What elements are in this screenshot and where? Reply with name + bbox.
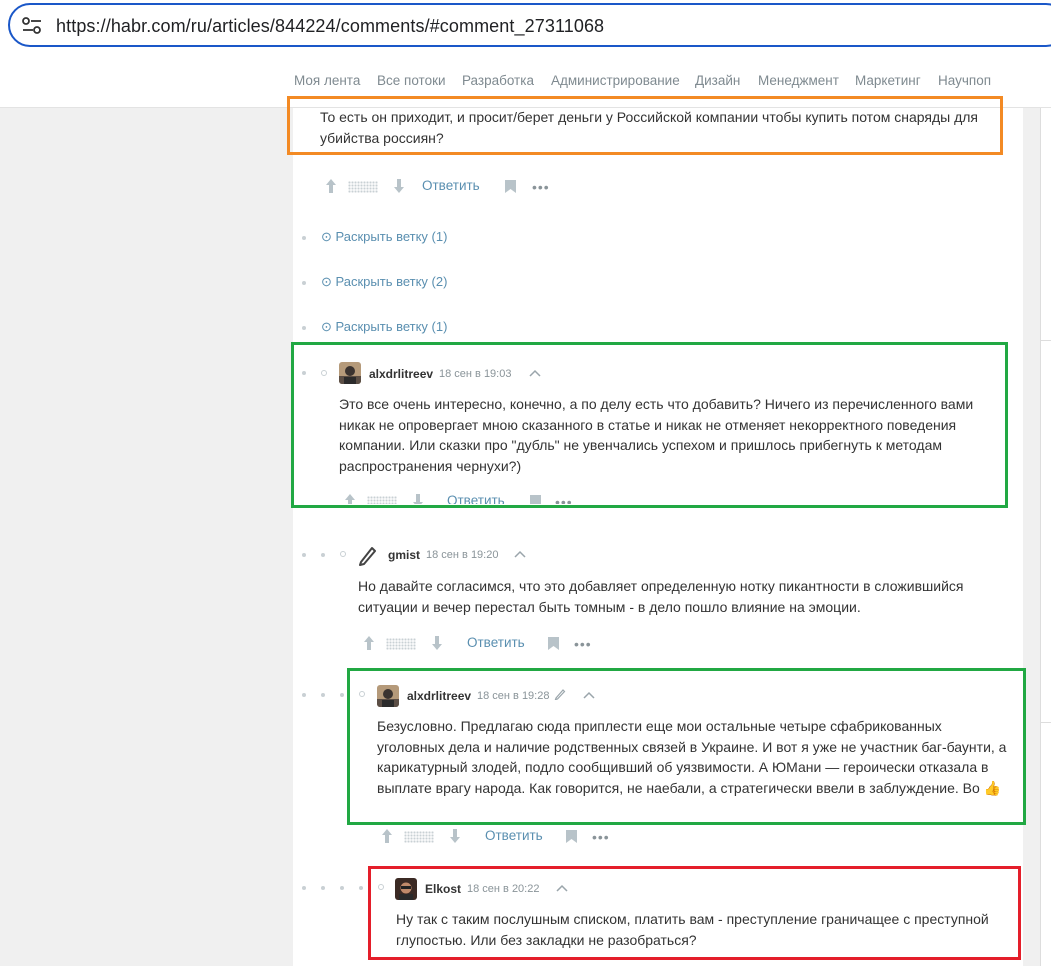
highlight-box-green (291, 342, 1008, 508)
thread-dot (340, 886, 344, 890)
bookmark-icon[interactable] (565, 829, 578, 844)
thread-dot (359, 886, 363, 890)
nav-item-marketing[interactable]: Маркетинг (855, 73, 921, 88)
thread-ring (340, 551, 346, 557)
nav-item-administration[interactable]: Администрирование (551, 73, 680, 88)
comment-actions: Ответить ••• (324, 177, 564, 197)
bookmark-icon[interactable] (547, 636, 560, 651)
reply-button[interactable]: Ответить (485, 828, 543, 843)
more-icon[interactable]: ••• (574, 636, 592, 652)
site-settings-icon[interactable] (22, 17, 42, 35)
highlight-box-orange (287, 96, 1003, 155)
vote-up-icon[interactable] (324, 177, 338, 195)
comment-line: ситуации и вечер перестал быть томным - … (358, 598, 861, 615)
vote-up-icon[interactable] (380, 827, 394, 845)
comment-author[interactable]: gmist (388, 548, 420, 562)
thread-dot (302, 553, 306, 557)
thread-dot (302, 236, 306, 240)
thread-dot (302, 281, 306, 285)
highlight-box-green (347, 668, 1026, 825)
expand-thread-link[interactable]: ⊙ Раскрыть ветку (1) (321, 229, 447, 245)
more-icon[interactable]: ••• (532, 179, 550, 195)
reply-button[interactable]: Ответить (422, 178, 480, 193)
nav-item-management[interactable]: Менеджмент (758, 73, 839, 88)
comment-actions: Ответить ••• (362, 634, 602, 654)
thread-dot (321, 553, 325, 557)
vote-down-icon[interactable] (392, 177, 406, 195)
score-hidden (348, 181, 378, 193)
thread-dot (302, 693, 306, 697)
thread-dot (321, 886, 325, 890)
sidebar-divider (1040, 340, 1051, 341)
score-hidden (404, 831, 434, 843)
reply-button[interactable]: Ответить (467, 635, 525, 650)
comment-text: Но давайте согласимся, что это добавляет… (358, 576, 963, 617)
thread-dot (302, 326, 306, 330)
collapse-chevron-icon[interactable] (514, 550, 526, 558)
comment-time[interactable]: 18 сен в 19:20 (426, 549, 498, 561)
expand-thread-link[interactable]: ⊙ Раскрыть ветку (1) (321, 319, 447, 335)
thread-dot (302, 886, 306, 890)
thread-dot (340, 693, 344, 697)
nav-item-feed[interactable]: Моя лента (294, 73, 360, 88)
pencil-avatar-icon[interactable] (357, 544, 379, 566)
more-icon[interactable]: ••• (592, 829, 610, 845)
nav-item-design[interactable]: Дизайн (695, 73, 740, 88)
highlight-box-red (368, 866, 1021, 960)
nav-item-popsci[interactable]: Научпоп (938, 73, 991, 88)
comment-line: Но давайте согласимся, что это добавляет… (358, 578, 964, 594)
vote-up-icon[interactable] (362, 634, 376, 652)
expand-thread-link[interactable]: ⊙ Раскрыть ветку (2) (321, 274, 447, 290)
nav-item-all-streams[interactable]: Все потоки (377, 73, 446, 88)
comment-actions: Ответить ••• (380, 827, 620, 847)
address-bar[interactable]: https://habr.com/ru/articles/844224/comm… (8, 3, 1051, 47)
url-text[interactable]: https://habr.com/ru/articles/844224/comm… (56, 16, 604, 37)
vote-down-icon[interactable] (448, 827, 462, 845)
right-sidebar-edge (1040, 108, 1051, 966)
sidebar-divider (1040, 722, 1051, 723)
nav-item-development[interactable]: Разработка (462, 73, 534, 88)
score-hidden (386, 638, 416, 650)
vote-down-icon[interactable] (430, 634, 444, 652)
thread-dot (321, 693, 325, 697)
bookmark-icon[interactable] (504, 179, 517, 194)
